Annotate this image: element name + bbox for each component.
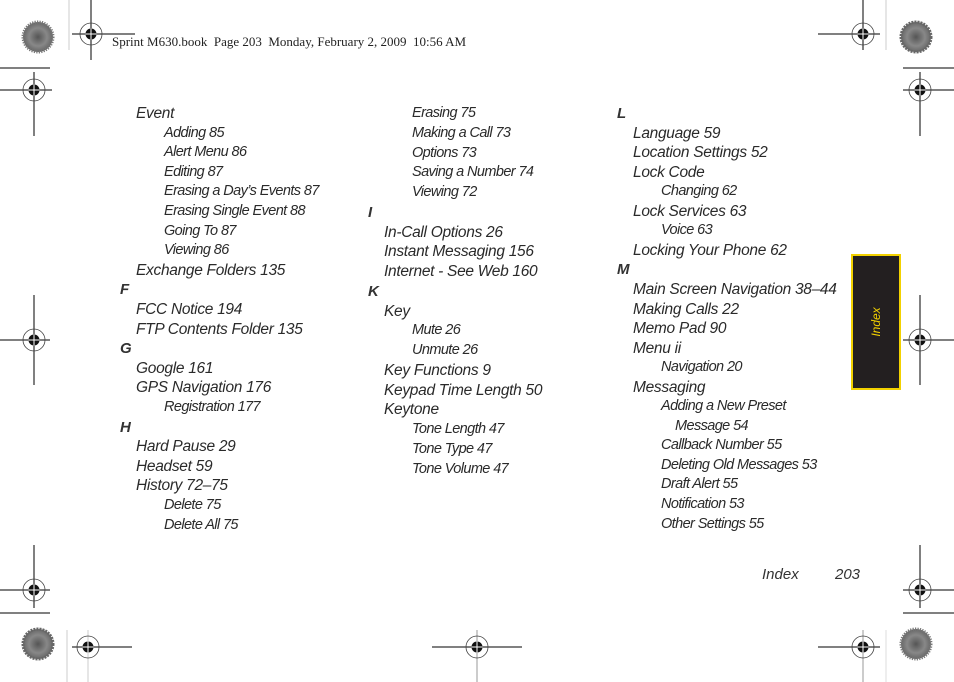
index-entry: Unmute 26 (412, 342, 478, 358)
index-entry: Changing 62 (661, 183, 737, 200)
index-entry: In-Call Options 26 (384, 223, 503, 241)
index-entry: Going To 87 (164, 222, 236, 239)
index-entry: Erasing a Day’s Events 87 (164, 183, 319, 200)
index-entry: Keypad Time Length 50 (384, 381, 543, 399)
sunburst-mark-bottom-right (899, 627, 933, 661)
sunburst-mark-top-left (21, 20, 55, 54)
index-letter-heading: M (617, 261, 630, 279)
index-entry: Alert Menu 86 (164, 144, 247, 161)
index-letter-heading: H (120, 418, 131, 436)
index-entry: Other Settings 55 (661, 515, 764, 532)
index-entry: Options 73 (412, 144, 477, 161)
index-entry: Tone Type 47 (412, 440, 492, 457)
registration-mark (0, 67, 52, 136)
index-entry: Messaging (633, 378, 706, 396)
index-letter-heading: K (368, 282, 379, 300)
index-entry: Memo Pad 90 (633, 320, 727, 338)
index-entry: Lock Code (633, 163, 705, 181)
index-entry: Location Settings 52 (633, 144, 768, 162)
index-entry: Menu ii (633, 339, 681, 357)
registration-mark (72, 0, 135, 60)
index-entry: Deleting Old Messages 53 (661, 456, 817, 473)
index-entry: Message 54 (675, 417, 749, 434)
index-entry: Key Functions 9 (384, 361, 491, 379)
index-entry: Navigation 20 (661, 359, 742, 376)
index-entry: Instant Messaging 156 (384, 243, 534, 261)
index-entry: FTP Contents Folder 135 (136, 320, 303, 338)
print-slug-header: Sprint M630.book Page 203 Monday, Februa… (112, 34, 467, 49)
index-entry: Erasing Single Event 88 (164, 203, 306, 219)
index-entry: Draft Alert 55 (661, 476, 738, 493)
index-entry: Keytone (384, 401, 439, 419)
index-entry: Locking Your Phone 62 (633, 241, 787, 259)
index-entry: Event (136, 105, 175, 122)
index-entry: Key (384, 302, 410, 320)
footer-page-number: 203 (835, 566, 861, 583)
section-tab-label: Index (869, 307, 883, 337)
index-entry: Notification 53 (661, 496, 744, 512)
index-entry: Viewing 72 (412, 184, 477, 200)
index-entry: Lock Services 63 (633, 202, 747, 220)
registration-mark (432, 630, 522, 682)
index-entry: Registration 177 (164, 399, 261, 415)
index-entry: Adding 85 (164, 124, 225, 141)
registration-mark (72, 630, 132, 682)
registration-mark (903, 67, 954, 136)
index-letter-heading: G (120, 340, 132, 358)
index-entry: Making a Call 73 (412, 124, 511, 141)
index-entry: Making Calls 22 (633, 300, 739, 318)
index-entry: Delete 75 (164, 497, 221, 513)
index-entry: History 72–75 (136, 477, 228, 495)
footer-section-title: Index (762, 566, 799, 583)
printer-marks (0, 0, 954, 682)
section-tab: Index (851, 254, 901, 390)
index-entry: Language 59 (633, 124, 721, 142)
index-entry: Main Screen Navigation 38–44 (633, 280, 837, 298)
index-letter-heading: L (617, 105, 626, 122)
index-entry: Erasing 75 (412, 105, 476, 121)
index-entry: Viewing 86 (164, 242, 229, 259)
index-entry: Callback Number 55 (661, 437, 782, 454)
index-entry: Headset 59 (136, 457, 213, 475)
index-entry: Tone Length 47 (412, 421, 504, 437)
registration-mark (903, 545, 954, 614)
index-entry: FCC Notice 194 (136, 301, 243, 318)
index-entry: Editing 87 (164, 163, 223, 180)
sunburst-mark-bottom-left (21, 627, 55, 661)
index-entry: Saving a Number 74 (412, 164, 534, 181)
registration-mark (818, 630, 880, 682)
index-letter-heading: I (368, 203, 372, 221)
index-entry: Delete All 75 (164, 516, 238, 533)
index-letter-heading: F (120, 281, 129, 299)
sunburst-mark-top-right (899, 20, 933, 54)
index-entry: GPS Navigation 176 (136, 379, 272, 397)
index-entry: Adding a New Preset (661, 398, 786, 415)
index-entry: Voice 63 (661, 222, 713, 239)
index-page: Sprint M630.book Page 203 Monday, Februa… (0, 0, 954, 682)
index-entry: Tone Volume 47 (412, 460, 509, 477)
index-entry: Mute 26 (412, 322, 461, 339)
index-entry: Hard Pause 29 (136, 438, 236, 456)
index-entry: Exchange Folders 135 (136, 261, 286, 279)
registration-mark (903, 295, 954, 385)
registration-mark (0, 545, 50, 614)
index-entry: Google 161 (136, 359, 214, 377)
registration-mark (818, 0, 880, 50)
index-entry: Internet - See Web 160 (384, 263, 538, 280)
registration-mark (0, 295, 50, 385)
